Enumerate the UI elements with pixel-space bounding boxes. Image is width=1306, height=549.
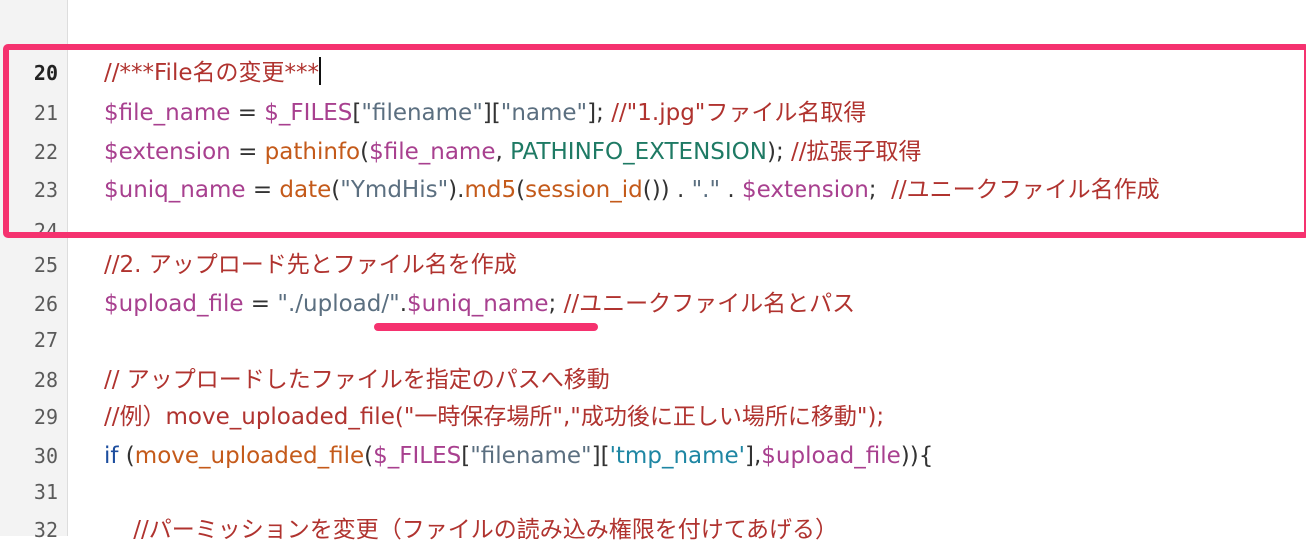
code-token: [ [461,443,471,469]
code-token: = [243,291,278,317]
code-token: ; [548,291,564,317]
code-token: )){ [900,443,934,469]
code-line[interactable]: 28 // アップロードしたファイルを指定のパスへ移動 [0,361,1306,399]
code-token: ( [364,443,374,469]
line-number: 28 [33,368,58,392]
code-token: // アップロードしたファイルを指定のパスへ移動 [104,367,610,393]
code-line[interactable]: 29 //例）move_uploaded_file("一時保存場所","成功後に正… [0,398,1306,436]
line-number: 26 [33,292,58,316]
code-text[interactable]: //2. アップロード先とファイル名を作成 [104,246,517,284]
code-token: if [104,443,119,469]
code-line[interactable]: 25 //2. アップロード先とファイル名を作成 [0,246,1306,284]
code-token: "./upload/" [277,291,400,317]
code-text[interactable]: $upload_file = "./upload/".$uniq_name; /… [104,285,855,323]
code-token: "filename" [470,443,592,469]
code-line[interactable]: 32 //パーミッションを変更（ファイルの読み込み権限を付けてあげる） [0,511,1306,549]
line-number: 29 [33,405,58,429]
code-line[interactable]: 26 $upload_file = "./upload/".$uniq_name;… [0,285,1306,323]
code-line[interactable]: 27 [0,321,1306,359]
code-text[interactable]: //パーミッションを変更（ファイルの読み込み権限を付けてあげる） [104,511,838,549]
code-text[interactable]: //例）move_uploaded_file("一時保存場所","成功後に正しい… [104,398,884,436]
code-line[interactable]: 30 if (move_uploaded_file($_FILES["filena… [0,437,1306,475]
code-token: ], [745,443,762,469]
code-token: $uniq_name [407,291,549,317]
code-line[interactable]: 31 [0,473,1306,511]
code-text[interactable]: if (move_uploaded_file($_FILES["filename… [104,437,933,475]
code-token: //パーミッションを変更（ファイルの読み込み権限を付けてあげる） [104,517,839,543]
code-editor[interactable]: 20//***File名の変更*** 21 $file_name = $_FILES… [0,0,1306,543]
code-token: //ユニークファイル名とパス [563,291,856,317]
line-number: 32 [33,518,58,542]
code-token: $_FILES [373,443,462,469]
code-text[interactable]: // アップロードしたファイルを指定のパスへ移動 [104,361,610,399]
code-token: . [399,291,408,317]
underline-annotation [374,323,598,331]
code-token: 'tmp_name' [609,443,745,469]
code-token: //2. アップロード先とファイル名を作成 [104,252,517,278]
code-token: $upload_file [761,443,901,469]
code-token: $upload_file [104,291,244,317]
code-token: //例）move_uploaded_file("一時保存場所","成功後に正しい… [104,404,885,430]
line-number: 27 [33,328,58,352]
code-token: move_uploaded_file [134,443,365,469]
line-number: 30 [33,444,58,468]
code-token: ][ [591,443,610,469]
line-number: 31 [33,480,58,504]
highlight-box-annotation [3,44,1306,238]
line-number: 25 [33,253,58,277]
code-token: ( [118,443,135,469]
